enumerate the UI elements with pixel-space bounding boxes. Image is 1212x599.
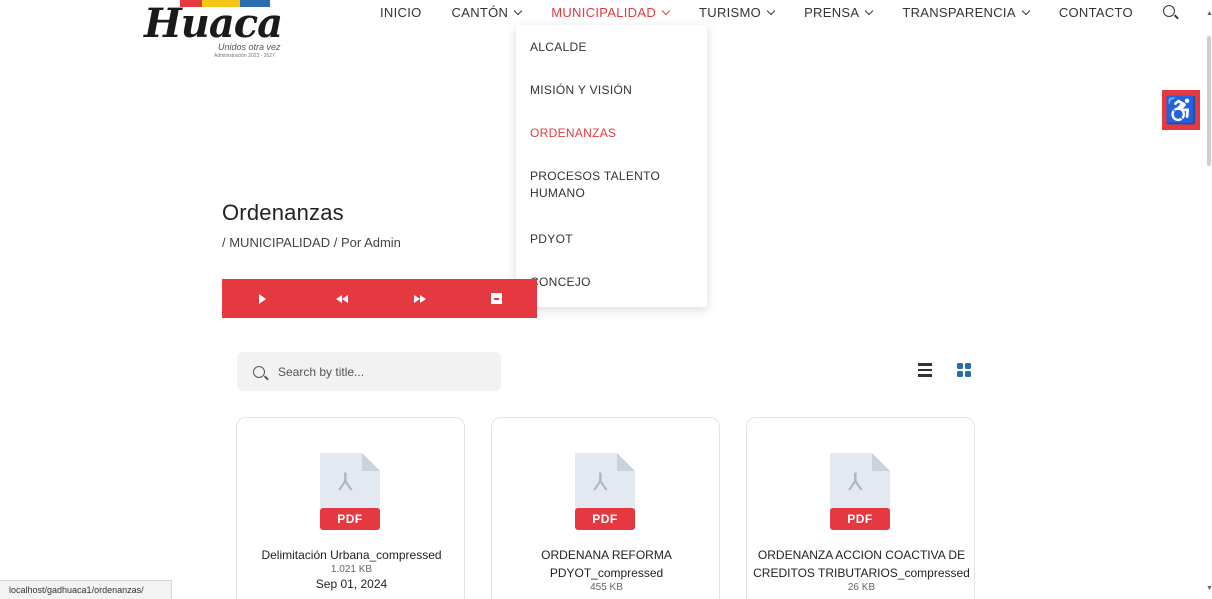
pdf-file-icon: ⅄ PDF [575, 453, 635, 531]
fullscreen-icon [490, 293, 502, 304]
nav-item-label: CONTACTO [1058, 5, 1133, 20]
scroll-down-icon[interactable]: ▼ [1206, 585, 1212, 592]
dropdown-item-pdyot[interactable]: PDYOT [516, 231, 707, 274]
nav-item-label: TURISMO [699, 5, 762, 20]
nav-item-municipalidad[interactable]: MUNICIPALIDAD [551, 2, 671, 24]
dropdown-item-procesos-talento-humano[interactable]: PROCESOS TALENTO HUMANO [516, 168, 707, 231]
main-nav: INICIO CANTÓN MUNICIPALIDAD TURISMO PREN… [380, 2, 1175, 24]
chevron-down-icon [1021, 6, 1031, 16]
nav-item-label: PRENSA [804, 5, 860, 20]
municipalidad-dropdown: ALCALDE MISIÓN Y VISIÓN ORDENANZAS PROCE… [516, 25, 707, 307]
scroll-up-icon[interactable]: ▲ [1206, 10, 1212, 17]
rewind-button[interactable] [330, 279, 354, 318]
chevron-down-icon [865, 6, 874, 16]
document-info: ORDENANZA ACCION COACTIVA DE CREDITOS TR… [747, 546, 976, 594]
chevron-down-icon [513, 6, 523, 16]
chevron-down-icon [661, 6, 671, 16]
fast-forward-icon [414, 294, 426, 303]
dropdown-item-concejo[interactable]: CONCEJO [516, 274, 707, 304]
scrollbar-thumb[interactable] [1207, 36, 1211, 166]
document-title: ORDENANA REFORMA PDYOT_compressed [541, 548, 672, 580]
status-bar-url: localhost/gadhuaca1/ordenanzas/ [0, 580, 172, 599]
document-info: Delimitación Urbana_compressed 1.021 KB … [237, 546, 466, 592]
document-title: ORDENANZA ACCION COACTIVA DE CREDITOS TR… [753, 548, 970, 580]
pdf-file-icon: ⅄ PDF [830, 453, 890, 531]
nav-item-transparencia[interactable]: TRANSPARENCIA [902, 2, 1031, 24]
nav-item-turismo[interactable]: TURISMO [699, 2, 776, 24]
dropdown-item-mision-vision[interactable]: MISIÓN Y VISIÓN [516, 82, 707, 125]
search-icon[interactable] [1162, 5, 1175, 17]
play-button[interactable] [250, 279, 274, 318]
grid-view-toggle[interactable] [957, 363, 971, 377]
nav-item-label: INICIO [380, 5, 422, 20]
nav-item-label: TRANSPARENCIA [902, 5, 1016, 20]
pdf-badge: PDF [575, 508, 635, 530]
wheelchair-icon: ♿ [1164, 94, 1198, 125]
pdf-badge: PDF [320, 508, 380, 530]
play-icon [258, 293, 266, 304]
pdf-file-icon: ⅄ PDF [320, 453, 380, 531]
logo-tagline: Unidos otra vez [218, 42, 281, 52]
fast-forward-button[interactable] [408, 279, 432, 318]
nav-item-prensa[interactable]: PRENSA [804, 2, 874, 24]
nav-item-canton[interactable]: CANTÓN [451, 2, 523, 24]
document-title: Delimitación Urbana_compressed [261, 548, 442, 562]
document-card[interactable]: ⅄ PDF ORDENANZA ACCION COACTIVA DE CREDI… [746, 417, 975, 599]
nav-item-label: CANTÓN [451, 5, 509, 20]
page-title: Ordenanzas [222, 200, 344, 225]
nav-item-contacto[interactable]: CONTACTO [1059, 2, 1133, 24]
document-info: ORDENANA REFORMA PDYOT_compressed 455 KB [492, 546, 721, 594]
pdf-badge: PDF [830, 508, 890, 530]
media-control-bar [222, 279, 537, 318]
search-input[interactable] [278, 364, 478, 379]
document-card[interactable]: ⅄ PDF ORDENANA REFORMA PDYOT_compressed … [491, 417, 720, 599]
nav-item-inicio[interactable]: INICIO [380, 2, 422, 24]
accessibility-button[interactable]: ♿ [1162, 90, 1200, 130]
logo-wordmark: Huaca [144, 0, 283, 47]
breadcrumb: / MUNICIPALIDAD / Por Admin [222, 235, 401, 250]
document-size: 26 KB [847, 582, 876, 593]
document-size: 1.021 KB [330, 564, 373, 575]
search-box[interactable] [237, 352, 501, 391]
site-logo[interactable]: Huaca Unidos otra vez Administración 202… [142, 0, 288, 64]
search-icon [253, 365, 265, 378]
nav-item-label: MUNICIPALIDAD [551, 5, 657, 20]
rewind-icon [336, 294, 348, 303]
logo-admin-period: Administración 2023 - 2027 [214, 53, 275, 59]
dropdown-item-alcalde[interactable]: ALCALDE [516, 39, 707, 82]
dropdown-item-ordenanzas[interactable]: ORDENANZAS [516, 125, 707, 168]
document-size: 455 KB [590, 582, 623, 593]
chevron-down-icon [766, 6, 776, 16]
document-date: Sep 01, 2024 [315, 577, 388, 591]
list-view-toggle[interactable] [918, 363, 932, 377]
fullscreen-button[interactable] [484, 279, 508, 318]
document-card[interactable]: ⅄ PDF Delimitación Urbana_compressed 1.0… [236, 417, 465, 599]
